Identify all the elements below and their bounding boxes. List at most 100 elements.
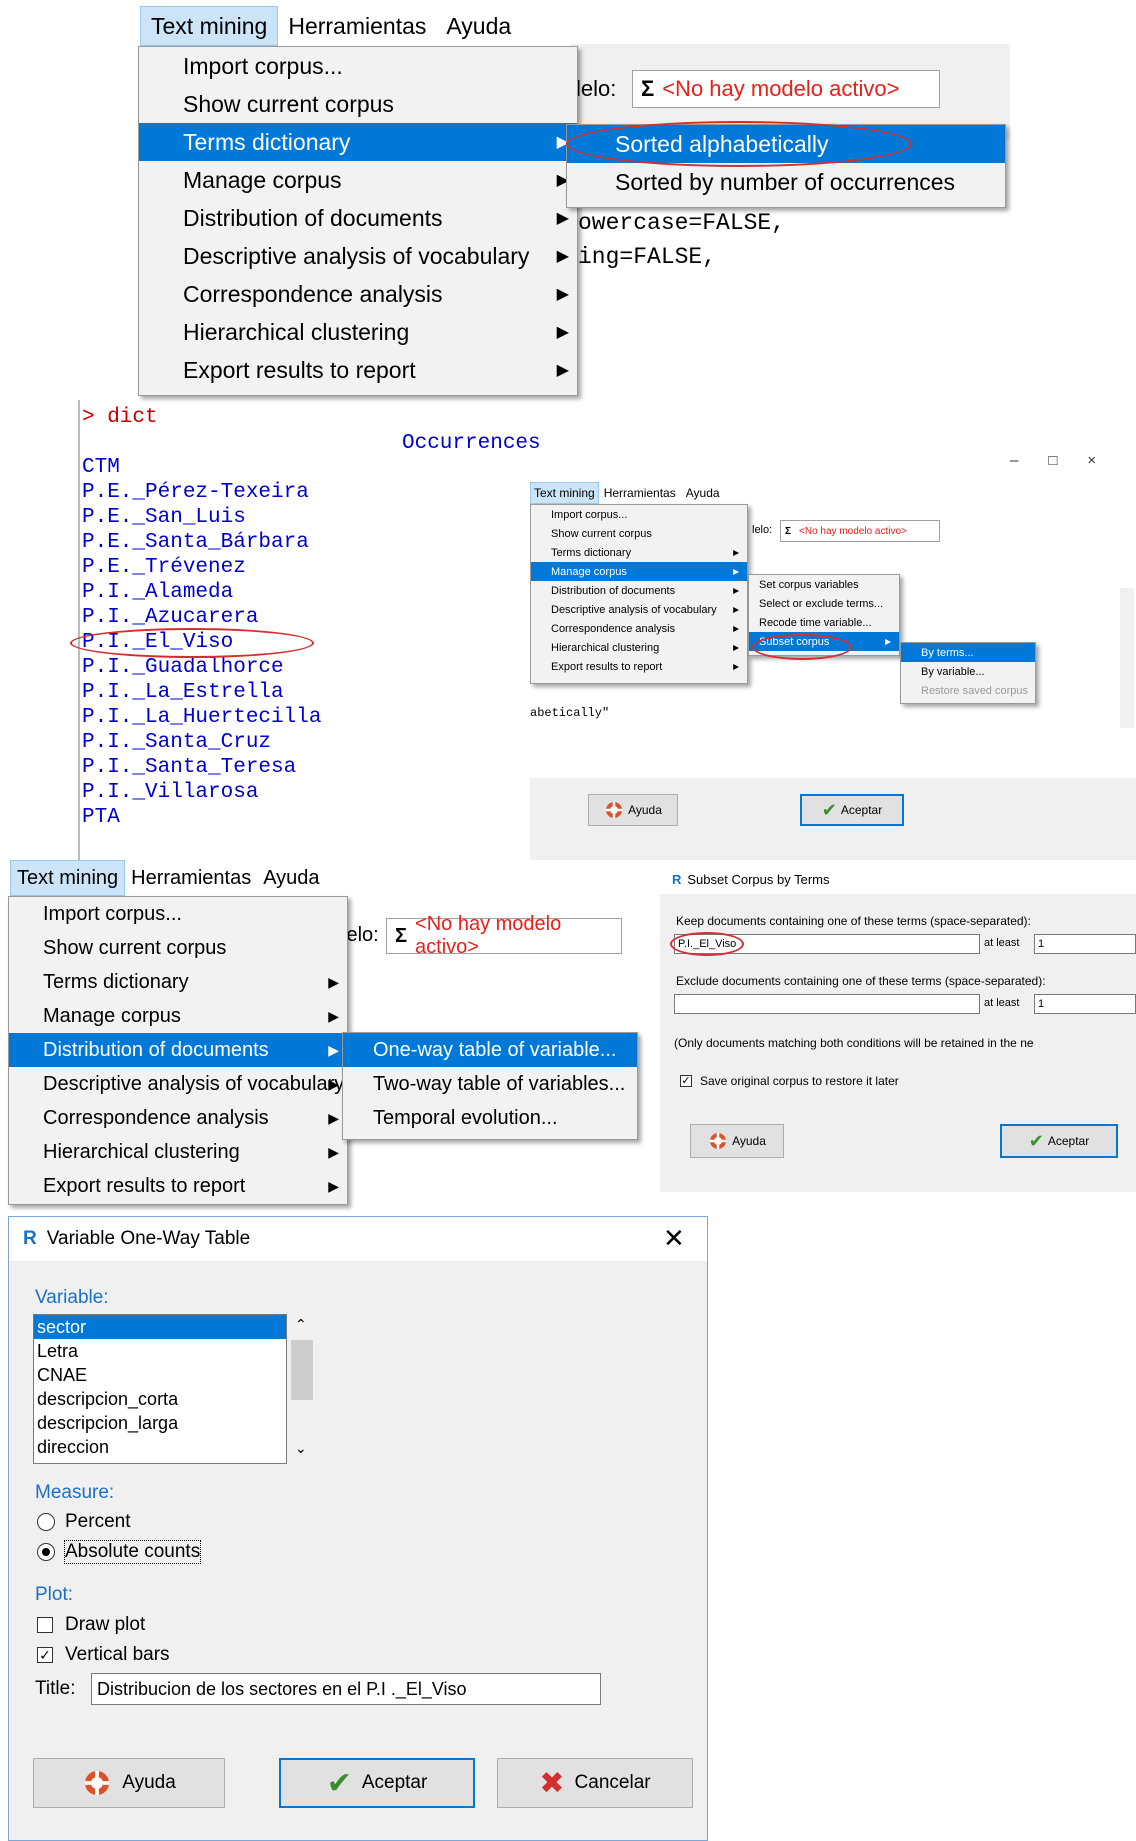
menu-item-import-corpus[interactable]: Import corpus... [531, 505, 747, 524]
submenu-by-variable[interactable]: By variable... [901, 662, 1035, 681]
submenu-by-terms[interactable]: By terms... [901, 643, 1035, 662]
menu-item-manage-corpus[interactable]: Manage corpus ▶ [531, 562, 747, 581]
menu-ayuda[interactable]: Ayuda [257, 860, 325, 896]
menu-herramientas[interactable]: Herramientas [278, 6, 436, 46]
submenu-recode-time-variable[interactable]: Recode time variable... [749, 613, 899, 632]
radio-percent[interactable]: Percent [37, 1511, 130, 1533]
radio-percent-label: Percent [65, 1511, 131, 1532]
menu-item-distribution-of-documents[interactable]: Distribution of documents ▶ [9, 1033, 347, 1067]
menu-text-mining[interactable]: Text mining [530, 482, 599, 504]
list-item[interactable]: descripcion_corta [34, 1387, 286, 1411]
menu-ayuda[interactable]: Ayuda [681, 482, 725, 504]
menu-item-export-results[interactable]: Export results to report ▶ [531, 657, 747, 676]
menu-item-hierarchical-clustering[interactable]: Hierarchical clustering ▶ [531, 638, 747, 657]
console-term: P.E._Trévenez [82, 556, 246, 579]
save-corpus-checkbox[interactable]: ✓ Save original corpus to restore it lat… [680, 1074, 899, 1088]
menu-item-show-current-corpus[interactable]: Show current corpus [9, 931, 347, 965]
submenu-two-way-table[interactable]: Two-way table of variables... [343, 1067, 637, 1101]
submenu-one-way-table[interactable]: One-way table of variable... [343, 1033, 637, 1067]
model-value: <No hay modelo activo> [415, 913, 562, 958]
menu-item-manage-corpus[interactable]: Manage corpus ▶ [9, 999, 347, 1033]
submenu-sorted-by-occurrences[interactable]: Sorted by number of occurrences [567, 163, 1005, 201]
menu-item-terms-dictionary[interactable]: Terms dictionary ▶ [139, 123, 577, 161]
accept-button[interactable]: ✔ Aceptar [800, 794, 904, 826]
check-icon: ✔ [821, 799, 837, 820]
list-item[interactable]: sector [34, 1315, 286, 1339]
menu-item-manage-corpus[interactable]: Manage corpus ▶ [139, 161, 577, 199]
menu-item-descriptive-analysis[interactable]: Descriptive analysis of vocabulary ▶ [9, 1067, 347, 1101]
variable-scrollbar[interactable]: ⌃ ⌄ [287, 1314, 317, 1464]
draw-plot-checkbox[interactable]: Draw plot [37, 1614, 145, 1636]
console-term: P.I._Azucarera [82, 606, 259, 629]
title-input[interactable]: Distribucion de los sectores en el P.I .… [91, 1673, 601, 1705]
menu-item-show-current-corpus[interactable]: Show current corpus [531, 524, 747, 543]
accept-button-label: Aceptar [1047, 1134, 1090, 1148]
cancel-button[interactable]: ✖ Cancelar [497, 1758, 693, 1808]
scrollbar[interactable] [1120, 588, 1134, 728]
check-icon: ✔ [1028, 1130, 1044, 1151]
menu-item-hierarchical-clustering[interactable]: Hierarchical clustering ▶ [139, 313, 577, 351]
menu-item-hierarchical-clustering[interactable]: Hierarchical clustering ▶ [9, 1135, 347, 1169]
submenu-arrow-icon: ▶ [733, 662, 739, 671]
list-item[interactable]: direccion [34, 1435, 286, 1459]
model-selector[interactable]: Σ <No hay modelo activo> [780, 520, 940, 542]
text-mining-menu: Import corpus... Show current corpus Ter… [8, 896, 348, 1205]
menu-item-distribution-of-documents[interactable]: Distribution of documents ▶ [531, 581, 747, 600]
console-term: CTM [82, 456, 120, 479]
model-selector[interactable]: Σ <No hay modelo activo> [386, 913, 622, 958]
menu-item-correspondence-analysis[interactable]: Correspondence analysis ▶ [9, 1101, 347, 1135]
submenu-temporal-evolution[interactable]: Temporal evolution... [343, 1101, 637, 1135]
menu-item-import-corpus[interactable]: Import corpus... [139, 47, 577, 85]
exclude-terms-input[interactable] [674, 994, 980, 1014]
sigma-icon: Σ [785, 525, 792, 537]
help-button[interactable]: Ayuda [588, 794, 678, 826]
submenu-set-corpus-variables[interactable]: Set corpus variables [749, 575, 899, 594]
menu-item-terms-dictionary[interactable]: Terms dictionary ▶ [531, 543, 747, 562]
console-border [78, 400, 80, 860]
minimize-icon[interactable]: – [1010, 452, 1018, 469]
help-button[interactable]: Ayuda [690, 1124, 784, 1158]
menu-ayuda[interactable]: Ayuda [436, 6, 521, 46]
menu-herramientas[interactable]: Herramientas [125, 860, 257, 896]
keep-min-input[interactable]: 1 [1034, 934, 1136, 954]
scroll-thumb[interactable] [291, 1340, 313, 1400]
list-item[interactable]: Letra [34, 1339, 286, 1363]
accept-button[interactable]: ✔ Aceptar [279, 1758, 475, 1808]
menu-item-descriptive-analysis[interactable]: Descriptive analysis of vocabulary ▶ [531, 600, 747, 619]
menu-item-distribution-of-documents[interactable]: Distribution of documents ▶ [139, 199, 577, 237]
menu-item-terms-dictionary[interactable]: Terms dictionary ▶ [9, 965, 347, 999]
accept-button[interactable]: ✔ Aceptar [1000, 1124, 1118, 1158]
menu-herramientas[interactable]: Herramientas [599, 482, 681, 504]
submenu-select-exclude-terms[interactable]: Select or exclude terms... [749, 594, 899, 613]
scroll-up-icon[interactable]: ⌃ [295, 1316, 307, 1333]
exclude-min-input[interactable]: 1 [1034, 994, 1136, 1014]
submenu-subset-corpus[interactable]: Subset corpus ▶ [749, 632, 899, 651]
menu-item-descriptive-analysis[interactable]: Descriptive analysis of vocabulary ▶ [139, 237, 577, 275]
close-icon[interactable]: × [1087, 452, 1096, 469]
menu-item-correspondence-analysis[interactable]: Correspondence analysis ▶ [531, 619, 747, 638]
list-item[interactable]: CNAE [34, 1363, 286, 1387]
maximize-icon[interactable]: □ [1048, 452, 1057, 469]
submenu-arrow-icon: ▶ [556, 285, 569, 303]
menu-item-export-results[interactable]: Export results to report ▶ [139, 351, 577, 389]
menu-item-show-current-corpus[interactable]: Show current corpus [139, 85, 577, 123]
variable-listbox[interactable]: sector Letra CNAE descripcion_corta desc… [33, 1314, 287, 1464]
menu-text-mining[interactable]: Text mining [10, 860, 126, 896]
console-term: P.I._Santa_Cruz [82, 731, 272, 754]
menu-item-import-corpus[interactable]: Import corpus... [9, 897, 347, 931]
radio-absolute-label: Absolute counts [63, 1540, 202, 1564]
scroll-down-icon[interactable]: ⌄ [295, 1440, 307, 1457]
menu-text-mining[interactable]: Text mining [140, 6, 279, 46]
vertical-bars-checkbox[interactable]: ✓ Vertical bars [37, 1644, 170, 1666]
menu-item-export-results[interactable]: Export results to report ▶ [9, 1169, 347, 1203]
menu-item-correspondence-analysis[interactable]: Correspondence analysis ▶ [139, 275, 577, 313]
check-icon: ✔ [326, 1766, 352, 1800]
help-button[interactable]: Ayuda [33, 1758, 225, 1808]
console-term: P.I._La_Estrella [82, 681, 284, 704]
close-icon[interactable]: ✕ [663, 1223, 685, 1254]
radio-absolute-counts[interactable]: Absolute counts [37, 1540, 202, 1564]
keep-terms-input[interactable]: P.I._El_Viso [674, 934, 980, 954]
submenu-sorted-alphabetically[interactable]: Sorted alphabetically [567, 125, 1005, 163]
model-selector[interactable]: Σ <No hay modelo activo> [632, 70, 940, 108]
list-item[interactable]: descripcion_larga [34, 1411, 286, 1435]
